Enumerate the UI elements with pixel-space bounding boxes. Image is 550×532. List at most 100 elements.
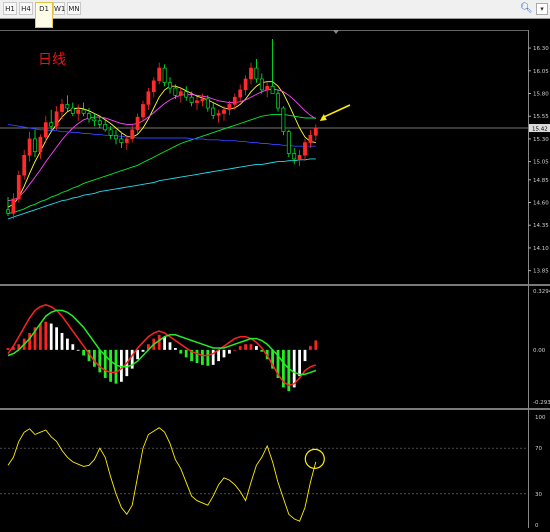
candle-body bbox=[276, 93, 280, 109]
chart-shift-marker bbox=[333, 30, 339, 34]
candle-body bbox=[243, 78, 248, 91]
annotation-arrow-head bbox=[319, 113, 327, 121]
timeframe-h1-button[interactable]: H1 bbox=[3, 2, 17, 15]
candle bbox=[178, 88, 183, 103]
price-tick-label: 13.85 bbox=[533, 269, 549, 275]
candle bbox=[33, 129, 37, 158]
macd-histogram-bar bbox=[109, 349, 112, 382]
candle-body bbox=[281, 107, 286, 132]
candle bbox=[22, 149, 27, 180]
macd-histogram-bar bbox=[136, 349, 139, 360]
candle-body bbox=[22, 154, 27, 176]
macd-histogram-bar bbox=[222, 349, 226, 358]
macd-histogram-bar bbox=[93, 349, 96, 367]
candle bbox=[27, 131, 32, 162]
candle bbox=[49, 109, 54, 132]
candle bbox=[76, 104, 81, 121]
candle bbox=[243, 75, 248, 96]
macd-histogram-bar bbox=[114, 349, 118, 384]
macd-histogram-bar bbox=[71, 344, 75, 350]
current-price-label: 15.42 bbox=[532, 127, 548, 133]
macd-histogram-bar bbox=[60, 332, 64, 350]
candle-body bbox=[130, 129, 135, 140]
chart-canvas: 16.30 16.05 15.80 15.55 15.30 15.05 14.85 14.60… bbox=[0, 30, 550, 529]
candle-body bbox=[38, 136, 43, 152]
candle-body bbox=[119, 138, 124, 143]
price-tick-label: 15.30 bbox=[533, 137, 549, 143]
candle-body bbox=[178, 91, 183, 96]
candle bbox=[157, 62, 162, 85]
candle-body bbox=[108, 129, 113, 136]
candle-body bbox=[157, 67, 162, 82]
search-icon[interactable]: 🔍︎ bbox=[520, 3, 533, 14]
timeframe-mn-button[interactable]: MN bbox=[67, 2, 81, 15]
macd-histogram-bar bbox=[28, 332, 31, 350]
macd-histogram-bar bbox=[201, 349, 204, 365]
candle-body bbox=[173, 87, 178, 96]
candle bbox=[313, 124, 318, 141]
macd-green-line bbox=[7, 309, 317, 376]
candle-body bbox=[70, 107, 75, 114]
macd-histogram-bar bbox=[6, 347, 10, 350]
candle-body bbox=[151, 80, 156, 92]
candle-body bbox=[124, 138, 129, 143]
candle-body bbox=[308, 134, 313, 143]
moving-average-line-2 bbox=[7, 88, 317, 202]
candle-body bbox=[303, 142, 307, 156]
candle-body bbox=[11, 198, 16, 214]
macd-histogram-bar bbox=[184, 349, 188, 358]
candle bbox=[162, 64, 167, 87]
macd-histogram-bar bbox=[44, 321, 48, 350]
candle bbox=[281, 106, 286, 136]
candle-body bbox=[195, 100, 199, 103]
candle bbox=[92, 113, 97, 127]
price-tick-label: 14.35 bbox=[533, 223, 549, 229]
candle bbox=[168, 77, 172, 94]
candle-body bbox=[103, 124, 108, 131]
moving-average-line-5 bbox=[7, 158, 316, 220]
candle bbox=[259, 73, 264, 94]
panel-divider-1 bbox=[0, 284, 550, 286]
candle bbox=[216, 109, 221, 123]
chart-area: 16.30 16.05 15.80 15.55 15.30 15.05 14.85 14.60… bbox=[0, 19, 550, 529]
price-tick-label: 14.10 bbox=[533, 246, 549, 252]
timeframe-w1-button[interactable]: W1 bbox=[53, 2, 65, 15]
candle-body bbox=[216, 113, 221, 116]
candle bbox=[292, 148, 297, 165]
candle bbox=[211, 102, 216, 119]
candle bbox=[254, 58, 259, 83]
candle bbox=[70, 102, 75, 117]
macd-histogram-bar bbox=[195, 349, 199, 363]
macd-histogram-bar bbox=[49, 323, 53, 350]
candle-body bbox=[16, 174, 21, 200]
candle-body bbox=[6, 209, 10, 214]
chevron-down-icon[interactable]: ▾ bbox=[536, 3, 548, 15]
candle-body bbox=[270, 85, 275, 94]
candle-body bbox=[146, 91, 151, 105]
macd-histogram-bar bbox=[238, 346, 242, 350]
candle bbox=[119, 131, 124, 149]
candle bbox=[238, 84, 243, 103]
macd-histogram-bar bbox=[179, 349, 183, 354]
macd-histogram-bar bbox=[249, 344, 253, 350]
timeframe-h4-button[interactable]: H4 bbox=[19, 2, 33, 15]
candle bbox=[11, 193, 16, 219]
macd-histogram-bar bbox=[168, 342, 172, 350]
candle bbox=[151, 77, 156, 98]
chart-title: 日线 bbox=[38, 52, 66, 68]
candle-body bbox=[87, 113, 91, 120]
candle-body bbox=[227, 104, 232, 111]
price-tick-label: 15.55 bbox=[533, 114, 549, 120]
macd-tick-label: -0.2937 bbox=[533, 400, 550, 406]
candle bbox=[184, 86, 189, 101]
candle-body bbox=[205, 98, 210, 109]
macd-histogram-bar bbox=[255, 346, 258, 350]
candle-body bbox=[222, 109, 226, 114]
candle bbox=[276, 89, 280, 112]
macd-histogram-bar bbox=[157, 334, 161, 350]
price-axis-line bbox=[528, 30, 529, 528]
candle bbox=[65, 95, 70, 112]
oscillator-tick-label: 100 bbox=[535, 415, 546, 421]
candle-body bbox=[254, 67, 259, 80]
panel-top-border bbox=[0, 30, 528, 31]
